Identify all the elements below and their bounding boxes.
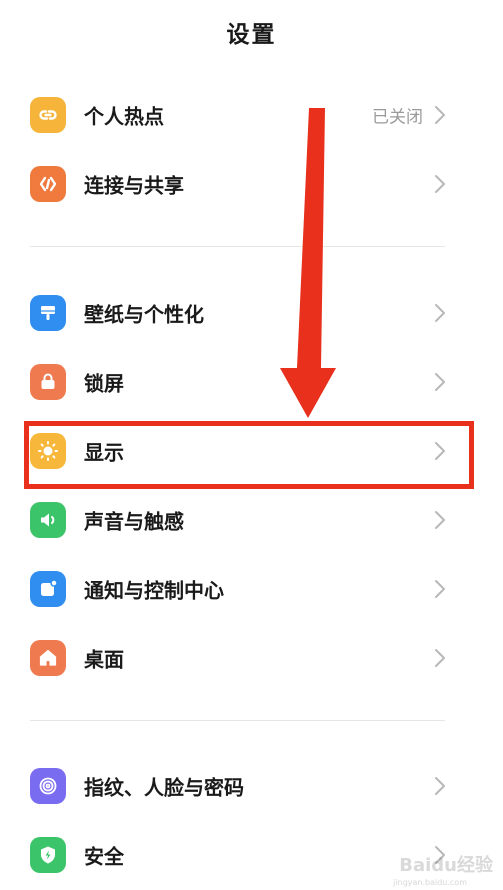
section-divider	[30, 720, 445, 721]
watermark-url: jingyan.baidu.com	[393, 878, 467, 887]
settings-label-wallpaper: 壁纸与个性化	[84, 302, 204, 327]
settings-label-hotspot: 个人热点	[84, 104, 164, 129]
settings-label-notification: 通知与控制中心	[84, 578, 224, 603]
watermark-logo: Baidu经验	[399, 855, 493, 876]
chevron-right-icon	[433, 775, 447, 797]
hotspot-status-value: 已关闭	[372, 107, 423, 128]
speaker-icon	[30, 502, 66, 538]
sun-icon	[30, 433, 66, 469]
shield-bolt-icon	[30, 837, 66, 873]
settings-row-desktop[interactable]: 桌面	[0, 623, 503, 693]
settings-row-biometrics[interactable]: 指纹、人脸与密码	[0, 751, 503, 821]
chevron-right-icon	[433, 647, 447, 669]
wallpaper-brush-icon	[30, 295, 66, 331]
chevron-right-icon	[433, 509, 447, 531]
home-icon	[30, 640, 66, 676]
chevron-right-icon	[433, 173, 447, 195]
settings-row-lockscreen[interactable]: 锁屏	[0, 347, 503, 417]
settings-row-display[interactable]: 显示	[0, 416, 503, 486]
hotspot-link-icon	[30, 97, 66, 133]
page-title: 设置	[226, 22, 277, 48]
lock-bag-icon	[30, 364, 66, 400]
chevron-right-icon	[433, 104, 447, 126]
chevron-right-icon	[433, 371, 447, 393]
notification-icon	[30, 571, 66, 607]
chevron-right-icon	[433, 440, 447, 462]
chevron-right-icon	[433, 302, 447, 324]
settings-label-sound: 声音与触感	[84, 509, 184, 534]
settings-row-wallpaper[interactable]: 壁纸与个性化	[0, 278, 503, 348]
settings-label-desktop: 桌面	[84, 647, 124, 672]
settings-label-lockscreen: 锁屏	[84, 371, 124, 396]
settings-row-notification[interactable]: 通知与控制中心	[0, 554, 503, 624]
section-divider	[30, 246, 445, 247]
settings-label-security: 安全	[84, 844, 124, 869]
settings-row-hotspot[interactable]: 个人热点 已关闭	[0, 80, 503, 150]
fingerprint-icon	[30, 768, 66, 804]
settings-label-connection: 连接与共享	[84, 173, 184, 198]
settings-label-display: 显示	[84, 440, 124, 465]
settings-row-connection[interactable]: 连接与共享	[0, 149, 503, 219]
chevron-right-icon	[433, 578, 447, 600]
connection-share-icon	[30, 166, 66, 202]
settings-label-biometrics: 指纹、人脸与密码	[84, 775, 244, 800]
settings-row-sound[interactable]: 声音与触感	[0, 485, 503, 555]
